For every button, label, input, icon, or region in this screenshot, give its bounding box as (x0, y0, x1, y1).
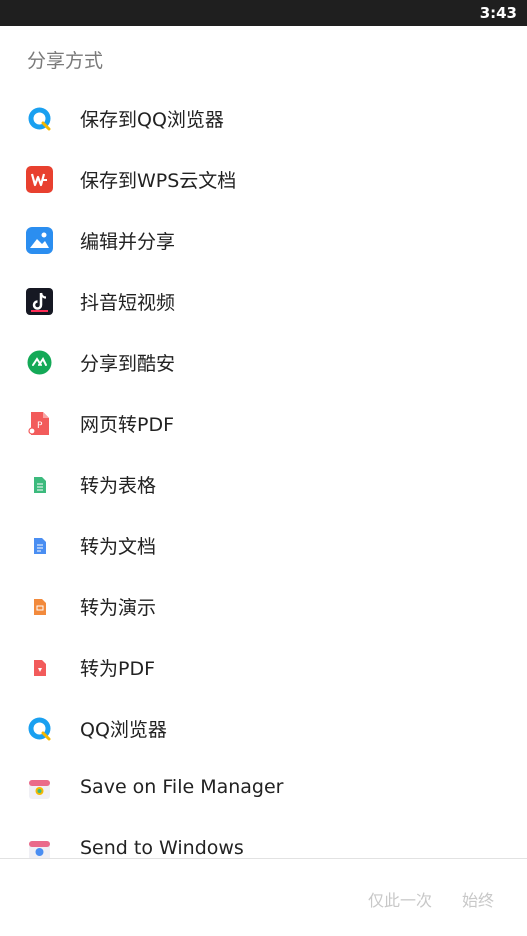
share-target-convert-to-spreadsheet[interactable]: 转为表格 (0, 454, 527, 515)
share-target-label: 保存到QQ浏览器 (80, 109, 224, 131)
share-target-save-to-wps-cloud[interactable]: 保存到WPS云文档 (0, 149, 527, 210)
share-target-label: 分享到酷安 (80, 353, 176, 375)
file-manager-icon (29, 780, 50, 799)
send-to-windows-icon (29, 841, 50, 858)
share-target-send-to-windows[interactable]: Send to Windows (0, 820, 527, 858)
share-target-label: 编辑并分享 (80, 231, 176, 253)
status-time: 3:43 (479, 4, 517, 22)
pdf-icon (34, 660, 46, 676)
sheet-title: 分享方式 (27, 50, 104, 72)
action-bar: 仅此一次 始终 (0, 859, 527, 936)
gallery-edit-icon (26, 227, 53, 254)
share-target-label: 转为表格 (80, 475, 157, 497)
share-target-webpage-to-pdf[interactable]: P 网页转PDF (0, 393, 527, 454)
always-button[interactable]: 始终 (462, 887, 494, 911)
share-target-qq-browser[interactable]: QQ浏览器 (0, 698, 527, 759)
share-target-edit-and-share[interactable]: 编辑并分享 (0, 210, 527, 271)
share-target-convert-to-presentation[interactable]: 转为演示 (0, 576, 527, 637)
qq-browser-icon (28, 107, 51, 131)
share-target-label: Save on File Manager (80, 776, 284, 798)
share-target-label: Send to Windows (80, 837, 244, 858)
share-target-label: 转为PDF (80, 658, 156, 680)
spreadsheet-icon (34, 477, 46, 493)
share-target-douyin[interactable]: 抖音短视频 (0, 271, 527, 332)
qq-browser-icon (28, 717, 51, 741)
document-icon (34, 538, 46, 554)
share-target-label: 保存到WPS云文档 (80, 170, 237, 192)
share-target-label: 转为文档 (80, 536, 157, 558)
share-target-label: 网页转PDF (80, 414, 175, 436)
share-target-save-to-qq-browser[interactable]: 保存到QQ浏览器 (0, 88, 527, 149)
share-sheet: 分享方式 保存到QQ浏览器 保存到WPS云文档 编辑并分享 抖音短视频 分享到酷… (0, 26, 527, 936)
share-target-label: 抖音短视频 (80, 292, 176, 314)
douyin-icon (26, 288, 53, 315)
just-once-button[interactable]: 仅此一次 (368, 887, 432, 911)
share-target-label: QQ浏览器 (80, 719, 167, 741)
share-target-label: 转为演示 (80, 597, 157, 619)
share-target-convert-to-pdf[interactable]: 转为PDF (0, 637, 527, 698)
svg-text:P: P (37, 421, 43, 431)
wps-icon (26, 166, 53, 193)
pdf-convert-icon: P (28, 412, 49, 435)
coolapk-icon (27, 350, 52, 375)
share-target-convert-to-document[interactable]: 转为文档 (0, 515, 527, 576)
share-target-list[interactable]: 保存到QQ浏览器 保存到WPS云文档 编辑并分享 抖音短视频 分享到酷安 P 网… (0, 88, 527, 858)
share-target-save-on-file-manager[interactable]: Save on File Manager (0, 759, 527, 820)
share-target-coolapk[interactable]: 分享到酷安 (0, 332, 527, 393)
presentation-icon (34, 599, 46, 615)
status-bar: 3:43 (0, 0, 527, 26)
